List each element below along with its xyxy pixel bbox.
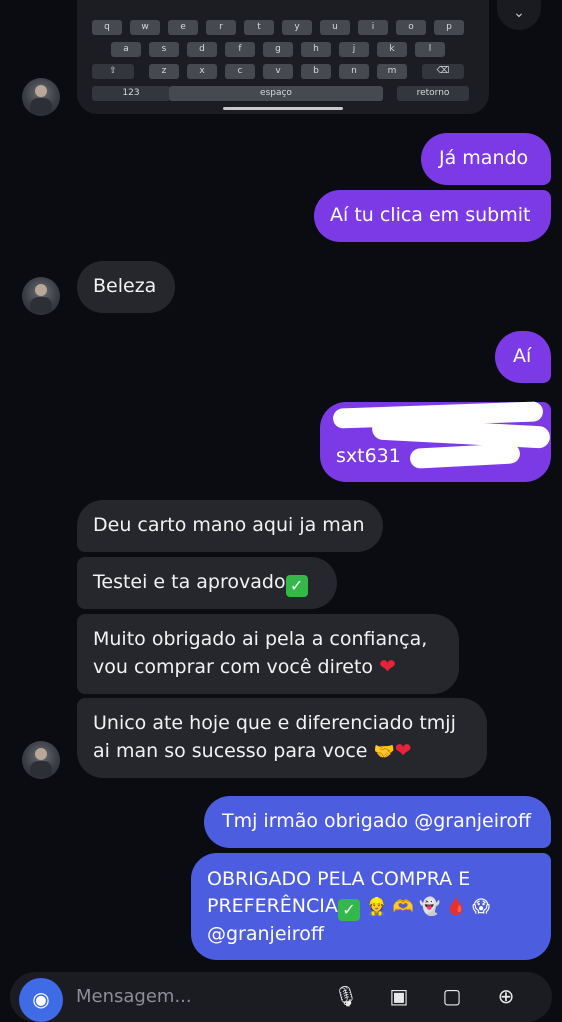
key-numbers: 123 <box>92 86 170 101</box>
key-p: p <box>434 20 464 35</box>
keyboard-row-4: 123 espaço retorno <box>77 86 489 104</box>
key-z: z <box>149 64 179 79</box>
message-bubble-sent[interactable]: Já mando <box>421 133 551 185</box>
message-bubble-sent[interactable]: Tmj irmão obrigado @granjeiroff <box>204 796 551 848</box>
message-bubble-received[interactable]: Muito obrigado ai pela a confiança, vou … <box>77 614 459 694</box>
avatar[interactable] <box>22 277 60 315</box>
key-s: s <box>149 42 179 57</box>
key-h: h <box>301 42 331 57</box>
message-bubble-received[interactable]: Deu carto mano aqui ja man <box>77 500 383 552</box>
heart-icon: ❤ <box>379 654 396 678</box>
message-text-line: Unico ate hoje que e diferenciado tmjj <box>93 712 456 734</box>
keyboard-row-3: ⇧ z x c v b n m ⌫ <box>77 64 489 82</box>
key-return: retorno <box>397 86 469 101</box>
key-i: i <box>358 20 388 35</box>
key-space: espaço <box>169 86 383 101</box>
plus-circle-icon[interactable]: ⊕ <box>492 982 520 1010</box>
key-j: j <box>339 42 369 57</box>
message-text-line: vou comprar com você direto <box>93 656 374 678</box>
message-text-partial: sxt631 <box>336 445 401 467</box>
keyboard-row-1: q w e r t y u i o p <box>77 20 489 38</box>
key-o: o <box>396 20 426 35</box>
message-text-line: ai man so sucesso para voce <box>93 740 368 762</box>
camera-icon[interactable]: ◉ <box>19 978 63 1022</box>
message-text: Deu carto mano aqui ja man <box>93 514 365 536</box>
key-a: a <box>111 42 141 57</box>
key-n: n <box>339 64 369 79</box>
heart-icon: ❤ <box>394 738 412 762</box>
key-l: l <box>415 42 445 57</box>
home-indicator <box>223 107 343 110</box>
message-bubble-sent[interactable]: Aí <box>495 331 551 383</box>
message-bubble-sent[interactable]: OBRIGADO PELA COMPRA E PREFERÊNCIA ✓ 👷 🫶 … <box>191 853 551 960</box>
key-r: r <box>206 20 236 35</box>
key-q: q <box>92 20 122 35</box>
key-u: u <box>320 20 350 35</box>
key-b: b <box>301 64 331 79</box>
key-f: f <box>225 42 255 57</box>
message-composer[interactable]: ◉ Mensagem... 🎙 ▣ ▢ ⊕ <box>10 972 552 1022</box>
message-text-line: OBRIGADO PELA COMPRA E <box>207 868 471 890</box>
key-t: t <box>244 20 274 35</box>
message-text: Já mando <box>439 147 529 169</box>
message-text-line: Muito obrigado ai pela a confiança, <box>93 628 428 650</box>
key-backspace-icon: ⌫ <box>422 64 464 79</box>
key-w: w <box>130 20 160 35</box>
key-k: k <box>377 42 407 57</box>
message-text-line: PREFERÊNCIA <box>207 895 338 917</box>
key-x: x <box>187 64 217 79</box>
emoji-sequence-icon: 👷 🫶 👻 🩸 😱 <box>365 897 490 917</box>
message-input[interactable]: Mensagem... <box>76 986 192 1007</box>
message-bubble-sent[interactable]: Aí tu clica em submit <box>314 190 551 242</box>
key-e: e <box>168 20 198 35</box>
key-g: g <box>263 42 293 57</box>
mention-text: @granjeiroff <box>207 923 324 945</box>
avatar[interactable] <box>22 78 60 116</box>
sticker-icon[interactable]: ▢ <box>438 982 466 1010</box>
key-m: m <box>377 64 407 79</box>
message-text: Testei e ta aprovado <box>93 571 286 593</box>
key-d: d <box>187 42 217 57</box>
microphone-icon[interactable]: 🎙 <box>332 982 360 1010</box>
key-y: y <box>282 20 312 35</box>
chevron-down-icon[interactable]: ⌄ <box>497 0 541 30</box>
check-mark-icon: ✓ <box>337 899 360 921</box>
key-c: c <box>225 64 255 79</box>
message-text: Aí <box>513 345 532 367</box>
check-mark-icon: ✓ <box>285 575 308 597</box>
message-text: Tmj irmão obrigado @granjeiroff <box>222 810 532 832</box>
message-bubble-received[interactable]: Testei e ta aprovado ✓ <box>77 557 337 609</box>
message-bubble-received[interactable]: Unico ate hoje que e diferenciado tmjj a… <box>77 698 487 778</box>
handshake-icon: 🤝 <box>373 742 395 762</box>
message-text: Beleza <box>93 275 157 297</box>
keyboard-row-2: a s d f g h j k l <box>77 42 489 60</box>
message-text: Aí tu clica em submit <box>330 204 531 226</box>
key-shift-icon: ⇧ <box>92 64 134 79</box>
shared-screenshot-keyboard[interactable]: q w e r t y u i o p a s d f g h j k l ⇧ … <box>77 0 489 114</box>
key-v: v <box>263 64 293 79</box>
message-bubble-received[interactable]: Beleza <box>77 261 175 313</box>
avatar[interactable] <box>22 741 60 779</box>
gallery-icon[interactable]: ▣ <box>385 982 413 1010</box>
